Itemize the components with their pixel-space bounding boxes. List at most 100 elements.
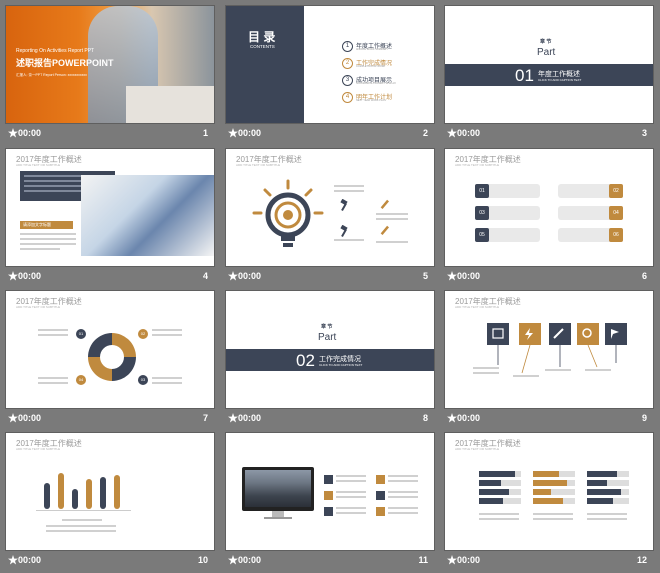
slide-cell-5[interactable]: 2017年度工作概述 ADD TITLE TEXT OR SUBTITLE 00… xyxy=(226,149,434,289)
slide-cell-7[interactable]: 2017年度工作概述 ADD TITLE TEXT OR SUBTITLE 01… xyxy=(6,291,214,431)
bar xyxy=(44,483,50,509)
slide-subtitle: ADD TITLE TEXT OR SUBTITLE xyxy=(455,447,500,451)
slide-number: 3 xyxy=(641,128,647,138)
slide-subtitle: ADD TITLE TEXT OR SUBTITLE xyxy=(16,447,61,451)
slide-time: 00:00 xyxy=(457,128,481,138)
slide-subtitle: ADD TITLE TEXT OR SUBTITLE xyxy=(236,163,281,167)
slide-subtitle: ADD TITLE TEXT OR SUBTITLE xyxy=(16,305,61,309)
slide-meta-3: 00:00 3 xyxy=(445,126,653,142)
slide-time: 00:00 xyxy=(457,271,481,281)
badge-03: 03 xyxy=(475,206,489,220)
slide-4-caption-box: 请添加文字标题 xyxy=(20,221,73,229)
slide-8-part-number: 02 xyxy=(296,351,315,370)
slide-number: 1 xyxy=(202,128,208,138)
pen-icon xyxy=(380,199,390,210)
slide-8-chapter: 章 节 xyxy=(321,324,333,330)
slide-cell-11[interactable]: 00:00 11 xyxy=(226,433,434,573)
slide-thumbnail-7[interactable]: 2017年度工作概述 ADD TITLE TEXT OR SUBTITLE 01… xyxy=(6,291,214,408)
gavel-icon xyxy=(340,199,348,211)
slide-thumbnail-2[interactable]: 目 录 CONTENTS 1 年度工作概述 ANNUAL WORK SUMMAR… xyxy=(226,6,434,123)
transition-star-icon xyxy=(447,128,457,138)
slide-3-part-sub: CLICK TO ADD CAPTION TEXT xyxy=(538,78,582,82)
transition-star-icon xyxy=(447,555,457,565)
slide-3-part: Part xyxy=(537,47,556,58)
transition-star-icon xyxy=(228,128,238,138)
slide-cell-4[interactable]: 2017年度工作概述 ADD TITLE TEXT OR SUBTITLE 请添… xyxy=(6,149,214,289)
slide-number: 7 xyxy=(202,413,208,423)
slide-1-byline: 汇报人: 奈一PPT Report Person: xxxxxxxxxxx xyxy=(16,73,87,77)
slide-8-part-sub: CLICK TO ADD CAPTION TEXT xyxy=(319,363,363,367)
slide-cell-9[interactable]: 2017年度工作概述 ADD TITLE TEXT OR SUBTITLE 00… xyxy=(445,291,653,431)
slide-time: 00:00 xyxy=(238,555,262,565)
badge-04: 04 xyxy=(609,206,623,220)
badge-02: 02 xyxy=(609,184,623,198)
slide-thumbnail-4[interactable]: 2017年度工作概述 ADD TITLE TEXT OR SUBTITLE 请添… xyxy=(6,149,214,266)
slide-time: 00:00 xyxy=(18,555,42,565)
slide-cell-12[interactable]: 2017年度工作概述 ADD TITLE TEXT OR SUBTITLE 00… xyxy=(445,433,653,573)
slide-cell-6[interactable]: 2017年度工作概述 ADD TITLE TEXT OR SUBTITLE 01… xyxy=(445,149,653,289)
transition-star-icon xyxy=(8,555,18,565)
slide-thumbnail-9[interactable]: 2017年度工作概述 ADD TITLE TEXT OR SUBTITLE xyxy=(445,291,653,408)
process-flow-lines xyxy=(492,328,619,374)
slide-cell-8[interactable]: 章 节 Part 02 工作完成情况 CLICK TO ADD CAPTION … xyxy=(226,291,434,431)
slide-thumbnail-5[interactable]: 2017年度工作概述 ADD TITLE TEXT OR SUBTITLE xyxy=(226,149,434,266)
slide-8-part: Part xyxy=(318,332,337,343)
badge-01: 01 xyxy=(475,184,489,198)
pen-icon-2 xyxy=(380,225,390,236)
transition-star-icon xyxy=(447,271,457,281)
slide-time: 00:00 xyxy=(18,128,42,138)
bar xyxy=(114,475,120,509)
slide-3-chapter: 章 节 xyxy=(540,39,552,45)
slide-subtitle: ADD TITLE TEXT OR SUBTITLE xyxy=(455,305,500,309)
lightbulb-target-icon xyxy=(252,179,324,247)
slide-time: 00:00 xyxy=(18,413,42,423)
slide-thumbnail-11[interactable] xyxy=(226,433,434,550)
slide-cell-1[interactable]: Reporting On Activities Report PPT 述职报告P… xyxy=(6,6,214,146)
slide-meta-4: 00:00 4 xyxy=(6,269,214,285)
slide-1-title: 述职报告POWERPOINT xyxy=(16,58,114,68)
slide-subtitle: ADD TITLE TEXT OR SUBTITLE xyxy=(16,163,61,167)
badge-01: 01 xyxy=(76,329,86,339)
slide-2-heading-en: CONTENTS xyxy=(250,44,275,49)
bar xyxy=(100,477,106,509)
slide-number: 9 xyxy=(641,413,647,423)
slide-time: 00:00 xyxy=(238,128,262,138)
slide-2-heading: 目 录 xyxy=(248,30,276,44)
slide-cell-3[interactable]: 章 节 Part 01 年度工作概述 CLICK TO ADD CAPTION … xyxy=(445,6,653,146)
slide-number: 10 xyxy=(197,555,208,565)
slide-meta-10: 00:00 10 xyxy=(6,553,214,569)
badge-05: 05 xyxy=(475,228,489,242)
slide-sorter-grid: Reporting On Activities Report PPT 述职报告P… xyxy=(0,0,660,568)
slide-time: 00:00 xyxy=(238,271,262,281)
transition-star-icon xyxy=(228,413,238,423)
badge-02: 02 xyxy=(138,329,148,339)
slide-number: 11 xyxy=(418,555,428,565)
transition-star-icon xyxy=(8,128,18,138)
bar xyxy=(58,473,64,509)
slide-number: 5 xyxy=(422,271,428,281)
slide-1-title-en: Reporting On Activities Report PPT xyxy=(16,48,95,54)
slide-meta-1: 00:00 1 xyxy=(6,126,214,142)
slide-meta-2: 00:00 2 xyxy=(226,126,434,142)
bar xyxy=(86,479,92,509)
slide-cell-10[interactable]: 2017年度工作概述 ADD TITLE TEXT OR SUBTITLE 00… xyxy=(6,433,214,573)
slide-meta-8: 00:00 8 xyxy=(226,411,434,427)
badge-04: 04 xyxy=(76,375,86,385)
slide-thumbnail-8[interactable]: 章 节 Part 02 工作完成情况 CLICK TO ADD CAPTION … xyxy=(226,291,434,408)
slide-number: 8 xyxy=(422,413,428,423)
slide-thumbnail-6[interactable]: 2017年度工作概述 ADD TITLE TEXT OR SUBTITLE 01… xyxy=(445,149,653,266)
slide-thumbnail-3[interactable]: 章 节 Part 01 年度工作概述 CLICK TO ADD CAPTION … xyxy=(445,6,653,123)
cycle-diagram xyxy=(88,333,136,381)
slide-thumbnail-1[interactable]: Reporting On Activities Report PPT 述职报告P… xyxy=(6,6,214,123)
transition-star-icon xyxy=(8,413,18,423)
slide-cell-2[interactable]: 目 录 CONTENTS 1 年度工作概述 ANNUAL WORK SUMMAR… xyxy=(226,6,434,146)
slide-thumbnail-10[interactable]: 2017年度工作概述 ADD TITLE TEXT OR SUBTITLE xyxy=(6,433,214,550)
slide-meta-6: 00:00 6 xyxy=(445,269,653,285)
slide-time: 00:00 xyxy=(457,413,481,423)
slide-meta-12: 00:00 12 xyxy=(445,553,653,569)
slide-time: 00:00 xyxy=(18,271,42,281)
slide-thumbnail-12[interactable]: 2017年度工作概述 ADD TITLE TEXT OR SUBTITLE xyxy=(445,433,653,550)
slide-time: 00:00 xyxy=(457,555,481,565)
transition-star-icon xyxy=(8,271,18,281)
slide-number: 2 xyxy=(422,128,428,138)
